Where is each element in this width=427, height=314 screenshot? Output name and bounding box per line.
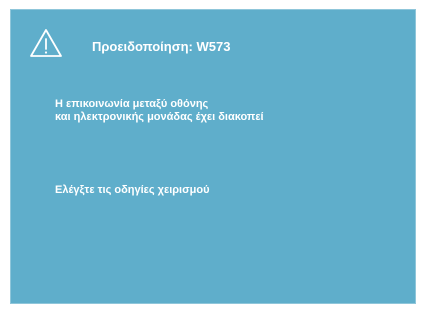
instruction-text: Ελέγξτε τις οδηγίες χειρισμού [55,184,210,196]
warning-triangle-icon [29,28,63,58]
message-line-1: Η επικοινωνία μεταξύ οθόνης [55,98,209,110]
screen: Προειδοποίηση: W573 Η επικοινωνία μεταξύ… [0,0,427,314]
message-line-2: και ηλεκτρονικής μονάδας έχει διακοπεί [55,111,264,123]
warning-dialog: Προειδοποίηση: W573 Η επικοινωνία μεταξύ… [10,9,416,304]
dialog-header: Προειδοποίηση: W573 [11,10,415,70]
dialog-title: Προειδοποίηση: W573 [92,39,231,54]
